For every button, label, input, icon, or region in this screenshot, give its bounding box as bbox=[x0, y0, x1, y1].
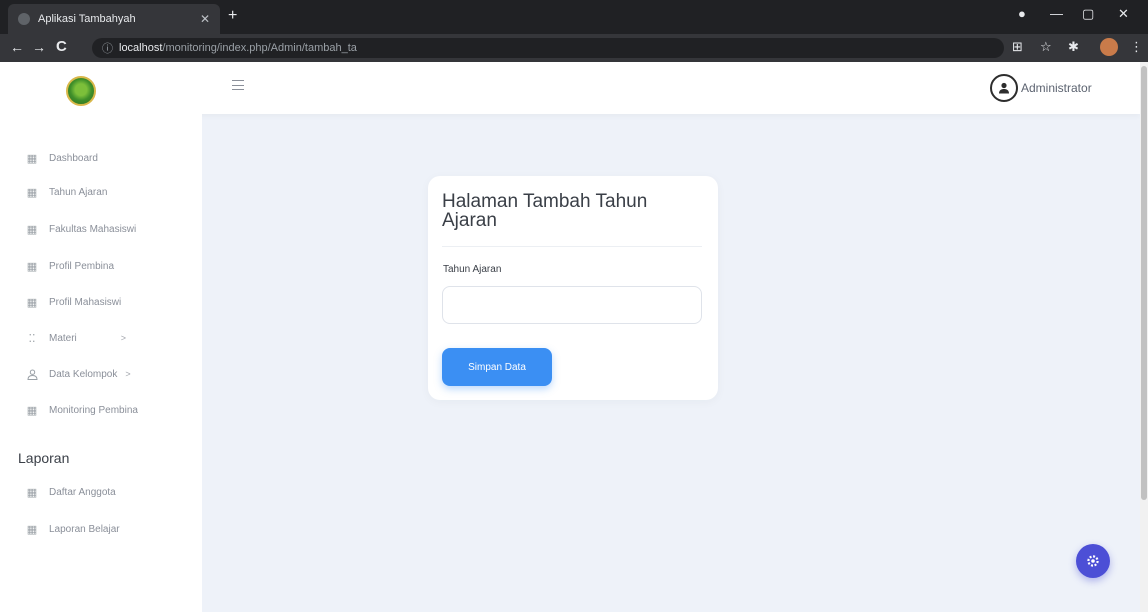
user-menu[interactable]: Administrator bbox=[990, 74, 1092, 102]
sidebar-item-tahun-ajaran[interactable]: ▦ Tahun Ajaran bbox=[26, 186, 108, 199]
gear-icon bbox=[1087, 555, 1099, 567]
user-name: Administrator bbox=[1021, 81, 1092, 95]
divider bbox=[442, 246, 702, 247]
chevron-right-icon: > bbox=[125, 369, 131, 379]
hamburger-menu-icon[interactable] bbox=[232, 80, 244, 90]
grid-icon: ▦ bbox=[26, 260, 38, 273]
chevron-right-icon: > bbox=[120, 333, 127, 343]
sidebar-item-fakultas[interactable]: ▦ Fakultas Mahasiswi bbox=[26, 223, 137, 236]
browser-tab-bar: Aplikasi Tambahyah ✕ + ● — ▢ ✕ bbox=[0, 0, 1148, 34]
app-logo[interactable] bbox=[66, 76, 96, 106]
sidebar-item-label: Profil Mahasiswi bbox=[49, 296, 122, 308]
record-icon[interactable]: ● bbox=[1018, 6, 1026, 21]
back-icon[interactable]: ← bbox=[10, 40, 24, 54]
settings-fab-button[interactable] bbox=[1076, 544, 1110, 578]
grid-icon: ▦ bbox=[26, 486, 38, 499]
extensions-icon[interactable]: ✱ bbox=[1068, 40, 1079, 54]
sidebar-item-monitoring-pembina[interactable]: ▦ Monitoring Pembina bbox=[26, 404, 138, 417]
translate-icon[interactable]: ⊞ bbox=[1012, 40, 1023, 54]
sidebar-item-daftar-anggota[interactable]: ▦ Daftar Anggota bbox=[26, 486, 116, 499]
minimize-icon[interactable]: — bbox=[1050, 6, 1063, 21]
forward-icon[interactable]: → bbox=[32, 40, 46, 54]
save-button[interactable]: Simpan Data bbox=[442, 348, 552, 386]
browser-tab[interactable]: Aplikasi Tambahyah ✕ bbox=[8, 4, 220, 34]
url-path: /monitoring/index.php/Admin/tambah_ta bbox=[162, 42, 357, 54]
tab-title: Aplikasi Tambahyah bbox=[38, 13, 136, 25]
sidebar-item-laporan-belajar[interactable]: ▦ Laporan Belajar bbox=[26, 523, 120, 536]
sidebar-item-profil-mahasiswi[interactable]: ▦ Profil Mahasiswi bbox=[26, 296, 122, 309]
new-tab-icon[interactable]: + bbox=[228, 8, 237, 24]
url-input[interactable]: ⓘ localhost /monitoring/index.php/Admin/… bbox=[92, 38, 1004, 58]
sidebar-item-label: Daftar Anggota bbox=[49, 486, 116, 498]
dots-icon: ⁚⁚ bbox=[28, 332, 36, 345]
grid-icon: ▦ bbox=[26, 186, 38, 199]
grid-icon: ▦ bbox=[26, 296, 38, 309]
top-navbar: Administrator bbox=[0, 62, 1140, 114]
sidebar-section-heading: Laporan bbox=[18, 450, 70, 466]
user-icon bbox=[26, 368, 38, 380]
form-card: Halaman Tambah Tahun Ajaran Tahun Ajaran… bbox=[428, 176, 718, 400]
sidebar-item-label: Data Kelompok bbox=[49, 368, 118, 380]
sidebar-item-label: Fakultas Mahasiswi bbox=[49, 223, 137, 235]
sidebar-item-label: Dashboard bbox=[49, 152, 98, 164]
sidebar-item-materi[interactable]: ⁚⁚ Materi > bbox=[26, 332, 127, 345]
sidebar-item-label: Monitoring Pembina bbox=[49, 404, 138, 416]
browser-menu-icon[interactable]: ⋮ bbox=[1130, 40, 1143, 54]
profile-avatar-icon[interactable] bbox=[1100, 38, 1118, 56]
bookmark-star-icon[interactable]: ☆ bbox=[1040, 40, 1052, 54]
sidebar-item-label: Tahun Ajaran bbox=[49, 186, 108, 198]
page-title: Halaman Tambah Tahun Ajaran bbox=[442, 191, 648, 231]
tahun-ajaran-label: Tahun Ajaran bbox=[443, 264, 502, 275]
sidebar-item-profil-pembina[interactable]: ▦ Profil Pembina bbox=[26, 260, 115, 273]
url-host: localhost bbox=[119, 42, 163, 54]
maximize-icon[interactable]: ▢ bbox=[1082, 6, 1094, 22]
grid-icon: ▦ bbox=[26, 152, 38, 165]
site-info-icon[interactable]: ⓘ bbox=[102, 40, 113, 56]
scrollbar-thumb[interactable] bbox=[1141, 66, 1147, 500]
grid-icon: ▦ bbox=[26, 523, 38, 536]
grid-icon: ▦ bbox=[26, 223, 38, 236]
sidebar-item-dashboard[interactable]: ▦ Dashboard bbox=[26, 152, 98, 165]
page: Administrator ▦ Dashboard ▦ Tahun Ajaran… bbox=[0, 62, 1148, 612]
sidebar: ▦ Dashboard ▦ Tahun Ajaran ▦ Fakultas Ma… bbox=[0, 114, 202, 612]
tab-close-icon[interactable]: ✕ bbox=[200, 12, 210, 26]
address-bar: ← → C ⓘ localhost /monitoring/index.php/… bbox=[0, 34, 1148, 62]
user-avatar-icon bbox=[990, 74, 1018, 102]
sidebar-item-label: Profil Pembina bbox=[49, 260, 115, 272]
sidebar-item-data-kelompok[interactable]: Data Kelompok > bbox=[26, 368, 131, 380]
grid-icon: ▦ bbox=[26, 404, 38, 417]
tab-favicon-icon bbox=[18, 13, 30, 25]
tahun-ajaran-input[interactable] bbox=[442, 286, 702, 324]
close-window-icon[interactable]: ✕ bbox=[1118, 6, 1129, 22]
sidebar-item-label: Materi bbox=[49, 332, 77, 344]
reload-icon[interactable]: C bbox=[56, 39, 67, 54]
sidebar-item-label: Laporan Belajar bbox=[49, 523, 120, 535]
